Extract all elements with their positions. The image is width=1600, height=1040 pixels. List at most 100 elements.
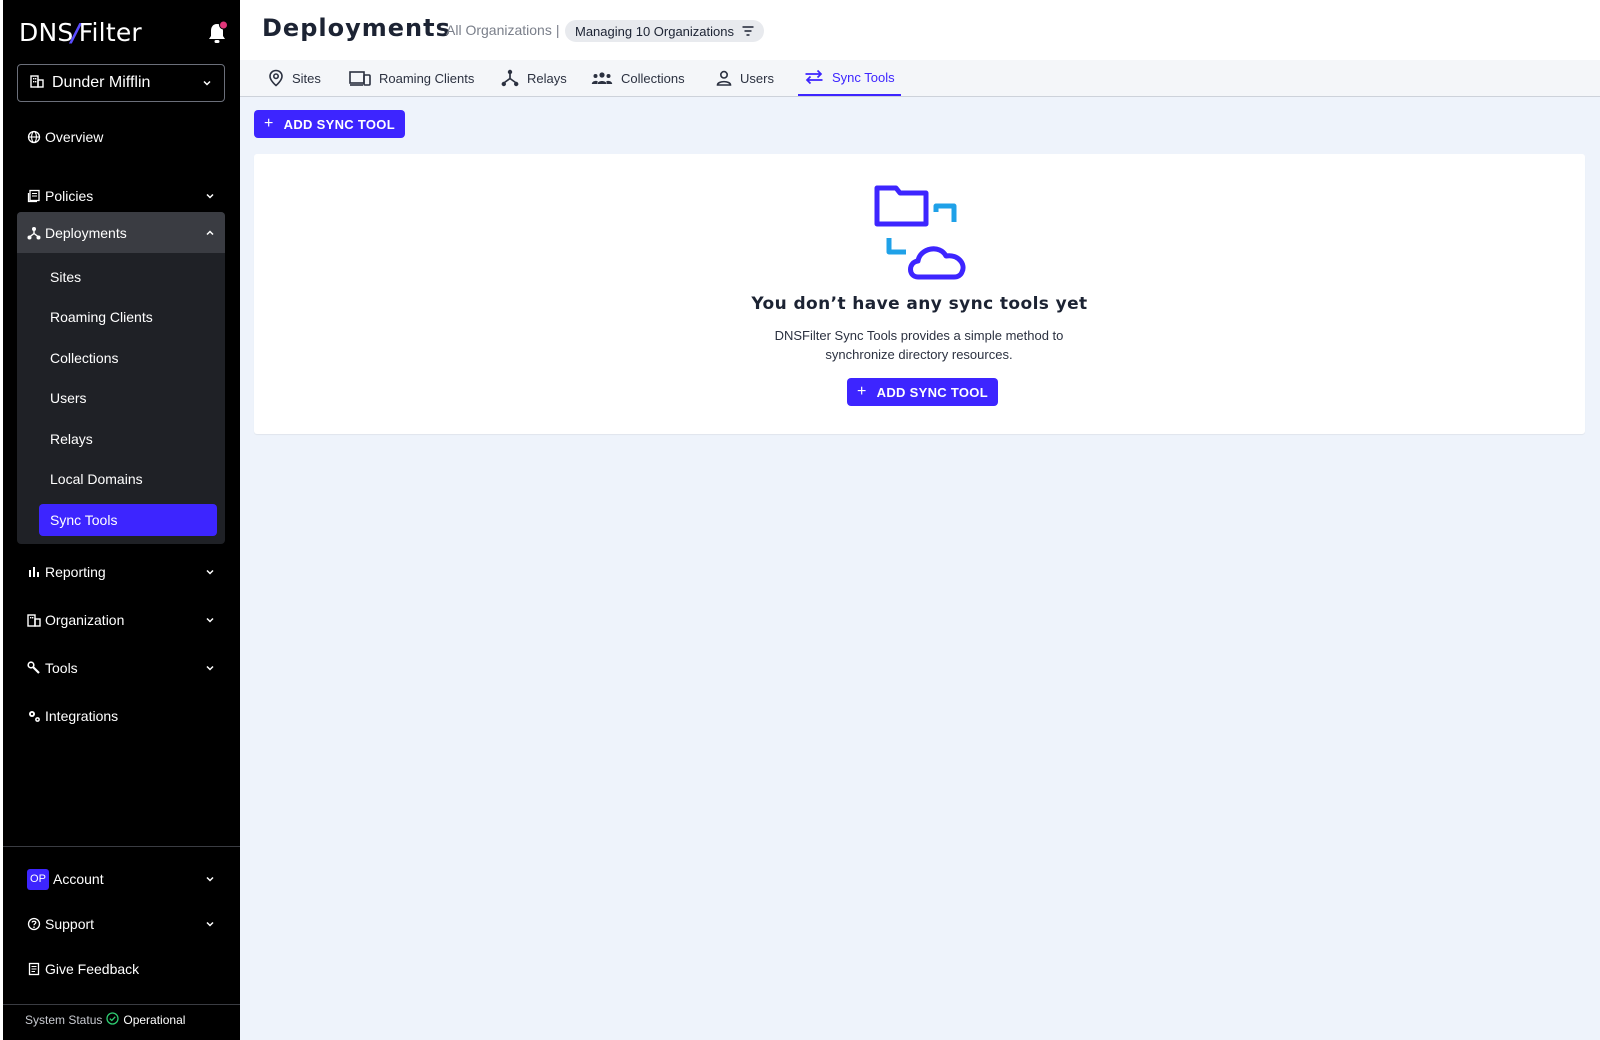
organization-name: Dunder Mifflin [52,74,151,91]
sidebar-item-tools[interactable]: Tools [17,648,225,688]
sidebar-item-integrations[interactable]: Integrations [17,696,225,736]
empty-state-description: DNSFilter Sync Tools provides a simple m… [774,328,1064,362]
tab-label: Roaming Clients [379,70,475,86]
sidebar-item-policies[interactable]: Policies [17,176,225,216]
tab-label: Sites [292,70,321,86]
devices-icon [349,70,371,86]
chevron-down-icon [202,78,212,88]
organization-selector[interactable]: Dunder Mifflin [17,64,225,102]
sidebar-item-label: Integrations [45,708,119,724]
relay-icon [501,69,519,87]
sidebar-item-give-feedback[interactable]: Give Feedback [17,949,225,989]
sidebar-subitem-relays[interactable]: Relays [39,423,217,455]
feedback-document-icon [27,962,41,976]
notifications-bell-icon[interactable] [205,20,229,46]
sidebar: DNS/Filter Dunder Mifflin Overview Polic… [3,0,240,1040]
tab-label: Sync Tools [832,69,895,85]
sidebar-subitem-sites[interactable]: Sites [39,261,217,293]
system-status-label: System Status [25,1013,103,1027]
empty-state-card: You don’t have any sync tools yet DNSFil… [254,154,1585,434]
map-pin-icon [268,69,284,87]
gears-icon [27,709,41,723]
deployments-tabs: Sites Roaming Clients Relays Collections [240,60,1600,97]
tab-label: Collections [621,70,685,86]
globe-icon [27,130,41,144]
deployments-group: Deployments Sites Roaming Clients Collec… [17,212,225,544]
sidebar-item-support[interactable]: Support [17,904,225,944]
building-icon [27,613,41,627]
sidebar-item-label: Deployments [45,224,127,241]
sidebar-item-deployments[interactable]: Deployments [17,212,225,253]
organization-scope-label: All Organizations [446,22,552,38]
system-status-value: Operational [123,1013,186,1027]
chevron-up-icon [205,228,215,238]
sidebar-item-label: Account [53,871,104,887]
button-label: ADD SYNC TOOL [283,116,395,132]
sidebar-item-organization[interactable]: Organization [17,600,225,640]
sidebar-subitem-sync-tools[interactable]: Sync Tools [39,504,217,536]
sidebar-divider [3,846,240,847]
check-circle-icon [106,1012,120,1028]
sidebar-item-label: Overview [45,129,104,145]
sidebar-item-reporting[interactable]: Reporting [17,552,225,592]
page-title: Deployments [262,14,451,42]
chevron-down-icon [205,874,215,884]
managing-organizations-chip[interactable]: Managing 10 Organizations [565,20,764,42]
sidebar-item-overview[interactable]: Overview [17,117,225,157]
tab-relays[interactable]: Relays [495,60,573,96]
add-sync-tool-empty-button[interactable]: + ADD SYNC TOOL [847,378,998,406]
tab-sites[interactable]: Sites [262,60,327,96]
chevron-down-icon [205,919,215,929]
sidebar-item-label: Give Feedback [45,961,140,977]
sidebar-subitem-users[interactable]: Users [39,382,217,414]
app-root: DNS/Filter Dunder Mifflin Overview Polic… [0,0,1600,1040]
tab-collections[interactable]: Collections [585,60,691,96]
chevron-down-icon [205,615,215,625]
chevron-down-icon [205,567,215,577]
deployments-icon [27,226,41,240]
sidebar-subitem-collections[interactable]: Collections [39,342,217,374]
tab-label: Relays [527,70,567,86]
logo-text-right: Filter [78,18,142,47]
avatar: OP [27,868,49,890]
plus-icon: + [264,115,274,132]
sidebar-subitem-roaming-clients[interactable]: Roaming Clients [39,301,217,333]
logo-row: DNS/Filter [17,14,229,54]
sidebar-item-account[interactable]: OP Account [17,859,225,899]
sync-arrows-icon [804,69,824,85]
chevron-down-icon [205,663,215,673]
plus-icon: + [857,383,867,400]
dnsfilter-logo[interactable]: DNS/Filter [19,18,142,47]
empty-state-title: You don’t have any sync tools yet [751,294,1088,314]
page-header: Deployments All Organizations | Managing … [240,0,1600,60]
organization-scope[interactable]: All Organizations | [446,22,559,38]
tab-sync-tools[interactable]: Sync Tools [798,60,901,96]
tab-label: Users [740,70,774,86]
sidebar-item-label: Tools [45,660,78,676]
building-icon [30,74,44,93]
main-content: Deployments All Organizations | Managing … [240,0,1600,1040]
sidebar-divider [3,1004,240,1005]
policy-document-icon [27,189,41,203]
chevron-down-icon [205,191,215,201]
sidebar-subitem-local-domains[interactable]: Local Domains [39,463,217,495]
sidebar-item-label: Organization [45,612,125,628]
wrench-icon [27,661,41,675]
sidebar-item-label: Reporting [45,564,106,580]
user-icon [716,70,732,86]
system-status[interactable]: System Status Operational [25,1012,185,1028]
managing-organizations-label: Managing 10 Organizations [575,23,734,39]
add-sync-tool-button[interactable]: + ADD SYNC TOOL [254,110,405,138]
group-icon [591,70,613,86]
bar-chart-icon [27,565,41,579]
button-label: ADD SYNC TOOL [876,384,988,400]
folder-cloud-sync-icon [874,182,974,282]
tab-users[interactable]: Users [710,60,780,96]
sidebar-item-label: Support [45,916,95,932]
scope-separator: | [555,22,560,38]
sidebar-item-label: Policies [45,188,94,204]
logo-text-left: DNS [19,18,74,47]
tab-roaming-clients[interactable]: Roaming Clients [343,60,480,96]
filter-icon [742,26,754,36]
help-icon [27,917,41,931]
